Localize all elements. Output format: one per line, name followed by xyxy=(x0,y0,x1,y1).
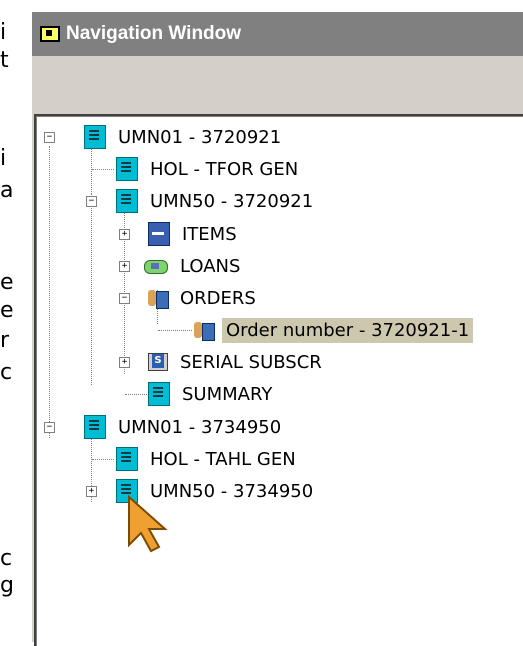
document-icon xyxy=(84,415,106,439)
mouse-pointer-icon xyxy=(128,495,168,553)
document-icon xyxy=(84,125,106,149)
tree-item-hol-tahl-gen[interactable]: HOL - TAHL GEN xyxy=(36,444,300,474)
tree-item-items[interactable]: + ITEMS xyxy=(36,219,241,249)
background-text-char: i xyxy=(0,146,7,171)
collapse-toggle-icon[interactable]: − xyxy=(44,422,55,433)
background-text-char: i xyxy=(0,20,7,45)
expand-toggle-icon[interactable]: + xyxy=(119,357,130,368)
background-text-char: r xyxy=(0,328,10,353)
collapse-toggle-icon[interactable]: − xyxy=(86,196,97,207)
document-icon xyxy=(148,382,170,406)
background-text-char: e xyxy=(0,270,14,295)
tree-item-orders[interactable]: − ORDERS xyxy=(36,283,260,313)
tree-connector xyxy=(125,394,147,395)
tree-item-label: UMN01 - 3734950 xyxy=(118,416,282,438)
tree-item-label: SUMMARY xyxy=(182,383,273,405)
collapse-toggle-icon[interactable]: − xyxy=(44,132,55,143)
navigation-window: Navigation Window − UMN01 - 3720921 HOL … xyxy=(30,10,523,646)
tree-item-summary[interactable]: SUMMARY xyxy=(36,379,276,409)
window-app-icon[interactable] xyxy=(40,26,60,42)
tree-item-label: HOL - TFOR GEN xyxy=(150,158,299,180)
background-text-char: c xyxy=(0,360,13,385)
tree-item-order-number[interactable]: Order number - 3720921-1 xyxy=(36,315,474,345)
window-titlebar[interactable]: Navigation Window xyxy=(32,12,523,56)
tree-item-label: ORDERS xyxy=(180,287,256,309)
serial-icon xyxy=(148,353,168,371)
window-title: Navigation Window xyxy=(66,23,242,44)
tree-item-label: UMN01 - 3720921 xyxy=(118,126,282,148)
document-icon xyxy=(116,189,138,213)
navigation-tree[interactable]: − UMN01 - 3720921 HOL - TFOR GEN − UMN50… xyxy=(34,114,523,646)
orders-icon xyxy=(148,287,169,309)
tree-connector xyxy=(92,169,114,170)
tree-item-label: HOL - TAHL GEN xyxy=(150,448,296,470)
tree-item-label: UMN50 - 3720921 xyxy=(150,190,314,212)
background-text-char: g xyxy=(0,573,14,598)
order-record-icon xyxy=(194,319,215,341)
tree-item-label: ITEMS xyxy=(182,223,237,245)
expand-toggle-icon[interactable]: + xyxy=(119,261,130,272)
tree-item-serial-subscr[interactable]: + SERIAL SUBSCR xyxy=(36,347,326,377)
background-text-char: a xyxy=(0,178,14,203)
expand-toggle-icon[interactable]: + xyxy=(119,229,130,240)
expand-toggle-icon[interactable]: + xyxy=(86,486,97,497)
loans-icon xyxy=(142,255,168,277)
tree-item-label: SERIAL SUBSCR xyxy=(180,351,322,373)
tree-item-hol-tfor-gen[interactable]: HOL - TFOR GEN xyxy=(36,154,302,184)
background-text-char: c xyxy=(0,546,13,571)
background-text-char: e xyxy=(0,298,14,323)
tree-item-umn50-3720921[interactable]: − UMN50 - 3720921 xyxy=(36,186,317,216)
document-icon xyxy=(116,447,138,471)
tree-connector xyxy=(158,330,192,331)
background-text-char: t xyxy=(0,48,9,73)
tree-item-label: Order number - 3720921-1 xyxy=(222,317,474,343)
document-icon xyxy=(116,157,138,181)
collapse-toggle-icon[interactable]: − xyxy=(119,293,130,304)
tree-connector xyxy=(92,459,114,460)
tree-item-label: LOANS xyxy=(180,255,241,277)
tree-item-loans[interactable]: + LOANS xyxy=(36,251,244,281)
tree-item-umn01-3734950[interactable]: − UMN01 - 3734950 xyxy=(36,412,285,442)
items-icon xyxy=(148,222,170,246)
tree-item-umn01-3720921[interactable]: − UMN01 - 3720921 xyxy=(36,122,285,152)
